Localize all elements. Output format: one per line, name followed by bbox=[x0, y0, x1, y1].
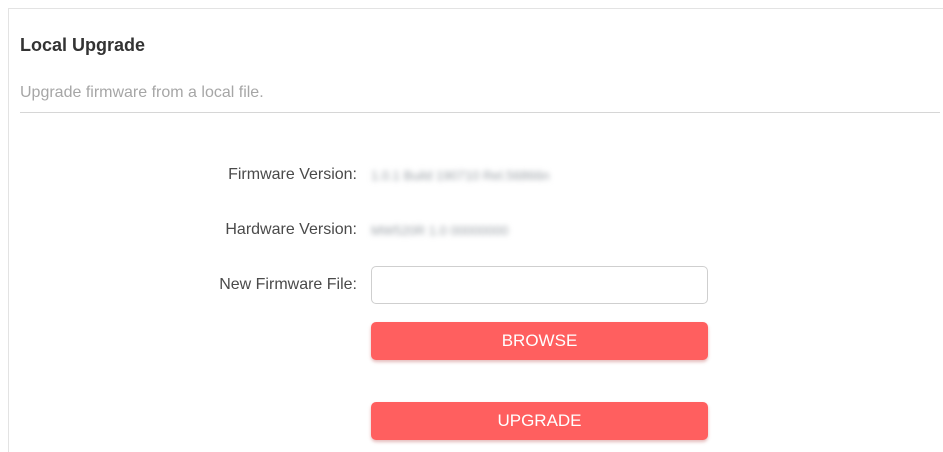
section-title: Local Upgrade bbox=[20, 35, 146, 55]
firmware-version-value: 1.0.1 Build 190710 Rel.56866n bbox=[371, 168, 550, 183]
browse-button[interactable]: BROWSE bbox=[371, 322, 708, 360]
new-firmware-file-label: New Firmware File: bbox=[219, 276, 357, 293]
new-firmware-file-input[interactable] bbox=[371, 266, 708, 304]
upgrade-button[interactable]: UPGRADE bbox=[371, 402, 708, 440]
hardware-version-value: MW520R 1.0 00000000 bbox=[371, 223, 509, 238]
section-divider bbox=[20, 112, 940, 113]
hardware-version-label: Hardware Version: bbox=[225, 221, 357, 238]
local-upgrade-panel: Local Upgrade Upgrade firmware from a lo… bbox=[8, 8, 943, 452]
firmware-version-label: Firmware Version: bbox=[228, 166, 357, 183]
section-description: Upgrade firmware from a local file. bbox=[20, 84, 264, 101]
